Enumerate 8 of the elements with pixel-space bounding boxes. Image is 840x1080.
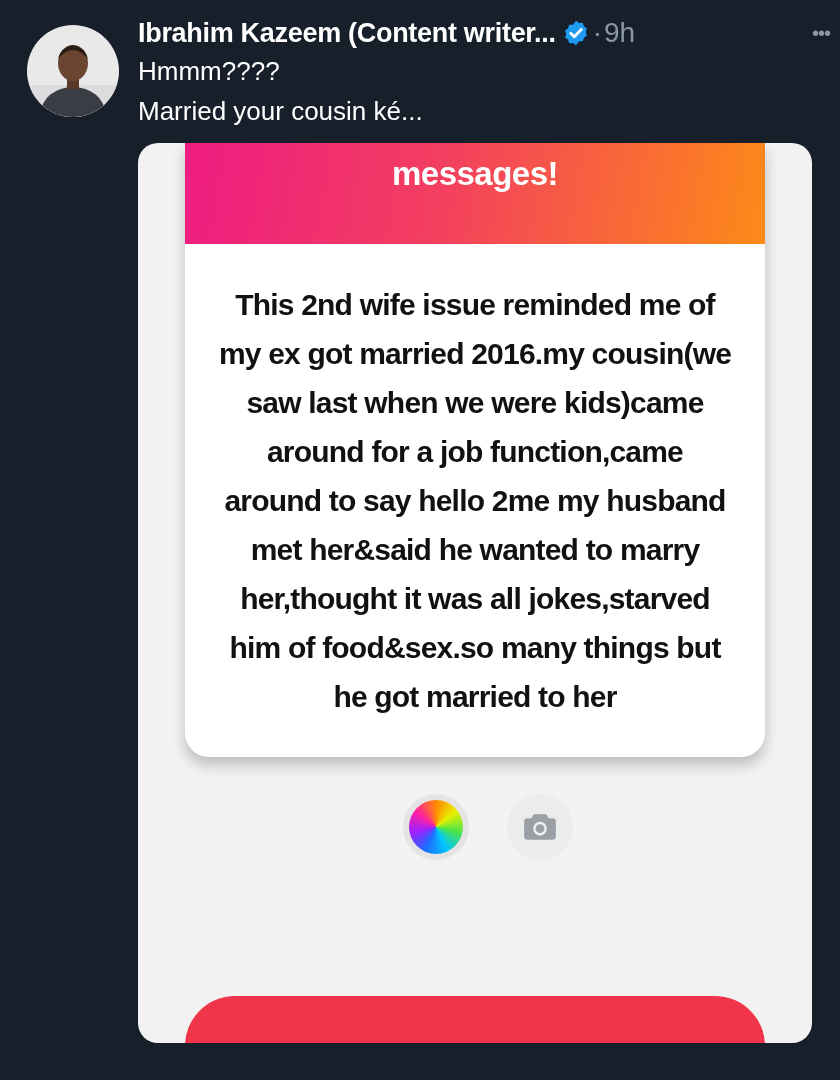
post-text: Hmmm???? <box>138 55 281 88</box>
post-time[interactable]: 9h <box>604 17 636 49</box>
header-title: messages! <box>391 156 559 192</box>
more-menu-button[interactable]: ••• <box>812 21 830 45</box>
message-text: This 2nd wife issue reminded me of my ex got married 2016.my cousin(we saw last when we were kids)came around for a job function,came around to say hello 2me my husband met her&said he wanted to marry her,thought it was all jokes,starved him of food&sex.so many things but he got married to her <box>217 287 733 715</box>
post-text: Married your cousin ké... <box>138 95 424 128</box>
author-name[interactable]: Ibrahim Kazeem (Content writer... <box>138 17 556 49</box>
separator-dot: · <box>592 17 602 49</box>
